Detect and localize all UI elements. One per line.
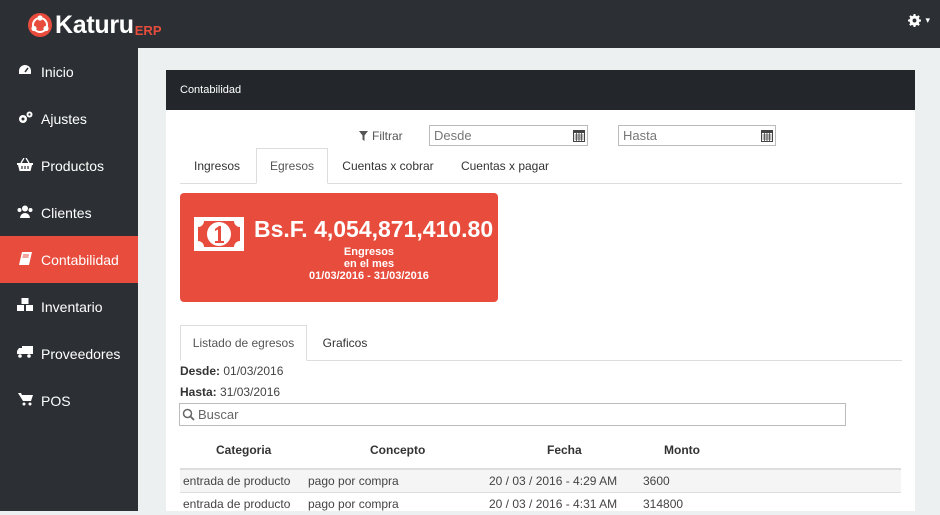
contabilidad-panel: Contabilidad Filtrar Desde Hasta Ingreso… bbox=[166, 70, 915, 511]
tab-cuentas-x-pagar[interactable]: Cuentas x pagar bbox=[450, 148, 560, 184]
sidebar-item-proveedores[interactable]: Proveedores bbox=[0, 330, 138, 377]
sidebar-item-clientes[interactable]: Clientes bbox=[0, 189, 138, 236]
range-desde-label: Desde: bbox=[180, 364, 221, 378]
sidebar-item-label: Proveedores bbox=[41, 345, 121, 362]
cart-icon bbox=[17, 392, 33, 409]
egresos-amount: Bs.F. 4,054,871,410.80 bbox=[254, 216, 494, 242]
range-desde: Desde: 01/03/2016 bbox=[180, 364, 283, 378]
tab-cuentas-x-cobrar[interactable]: Cuentas x cobrar bbox=[330, 148, 446, 184]
main-tabs: Ingresos Egresos Cuentas x cobrar Cuenta… bbox=[180, 147, 902, 184]
sidebar-item-inventario[interactable]: Inventario bbox=[0, 283, 138, 330]
search-input[interactable]: Buscar bbox=[179, 403, 846, 426]
sidebar-item-productos[interactable]: Productos bbox=[0, 142, 138, 189]
brand-suffix: ERP bbox=[134, 23, 162, 38]
sidebar-item-contabilidad[interactable]: Contabilidad bbox=[0, 236, 138, 283]
egresos-subtabs: Listado de egresos Graficos bbox=[180, 324, 902, 361]
sidebar-item-label: Productos bbox=[41, 157, 105, 174]
cell-categoria: entrada de producto bbox=[183, 474, 291, 488]
egresos-caption-line1: Engresos bbox=[343, 246, 395, 258]
sidebar-item-label: POS bbox=[41, 392, 71, 409]
truck-icon bbox=[17, 346, 33, 361]
column-header-categoria[interactable]: Categoria bbox=[216, 443, 271, 457]
book-icon bbox=[17, 251, 33, 268]
sidebar-item-label: Inicio bbox=[41, 63, 74, 80]
desde-placeholder: Desde bbox=[434, 128, 472, 143]
cogs-icon bbox=[17, 111, 33, 127]
cell-concepto: pago por compra bbox=[308, 497, 399, 511]
cell-fecha: 20 / 03 / 2016 - 4:29 AM bbox=[489, 474, 618, 488]
calendar-icon[interactable] bbox=[573, 129, 585, 142]
egresos-summary-card: Bs.F. 4,054,871,410.80 Engresos en el me… bbox=[180, 193, 498, 302]
tab-ingresos[interactable]: Ingresos bbox=[180, 148, 254, 184]
sidebar-item-label: Clientes bbox=[41, 204, 92, 221]
cell-categoria: entrada de producto bbox=[183, 497, 291, 511]
hasta-placeholder: Hasta bbox=[623, 128, 657, 143]
egresos-caption-line2: en el mes bbox=[343, 258, 395, 270]
column-header-monto[interactable]: Monto bbox=[664, 443, 700, 457]
sidebar: Inicio Ajustes Productos Clientes Contab… bbox=[0, 48, 138, 511]
column-header-concepto[interactable]: Concepto bbox=[370, 443, 425, 457]
range-hasta-value: 31/03/2016 bbox=[216, 385, 281, 399]
sidebar-item-label: Ajustes bbox=[41, 110, 87, 127]
cell-fecha: 20 / 03 / 2016 - 4:31 AM bbox=[489, 497, 618, 511]
settings-menu-button[interactable]: ▾ bbox=[908, 14, 930, 27]
egresos-caption: Engresos en el mes 01/03/2016 - 31/03/20… bbox=[270, 246, 468, 282]
tab-graficos[interactable]: Graficos bbox=[309, 325, 381, 361]
sidebar-item-ajustes[interactable]: Ajustes bbox=[0, 95, 138, 142]
cell-monto: 314800 bbox=[643, 497, 684, 511]
calendar-icon[interactable] bbox=[761, 129, 773, 142]
brand-logo[interactable]: Katuru ERP bbox=[28, 12, 162, 38]
range-hasta-label: Hasta: bbox=[180, 385, 217, 399]
sidebar-item-pos[interactable]: POS bbox=[0, 377, 138, 424]
tab-listado-de-egresos[interactable]: Listado de egresos bbox=[180, 325, 307, 361]
users-icon bbox=[17, 205, 33, 221]
basket-icon bbox=[17, 157, 33, 174]
brand-name: Katuru bbox=[55, 11, 134, 39]
sidebar-item-label: Inventario bbox=[41, 298, 103, 315]
dashboard-icon bbox=[17, 64, 33, 79]
money-bill-icon bbox=[194, 217, 244, 251]
table-row[interactable]: entrada de producto pago por compra 20 /… bbox=[180, 468, 901, 492]
date-filter: Filtrar Desde Hasta bbox=[166, 125, 915, 149]
hasta-date-input[interactable]: Hasta bbox=[618, 125, 776, 146]
search-placeholder: Buscar bbox=[198, 407, 239, 422]
filter-label-text: Filtrar bbox=[372, 129, 403, 143]
tab-egresos[interactable]: Egresos bbox=[256, 148, 328, 184]
range-hasta: Hasta: 31/03/2016 bbox=[180, 385, 280, 399]
column-header-fecha[interactable]: Fecha bbox=[547, 443, 582, 457]
egresos-caption-line3: 01/03/2016 - 31/03/2016 bbox=[309, 270, 429, 282]
cubes-icon bbox=[17, 298, 33, 315]
filter-icon bbox=[359, 131, 368, 141]
cell-monto: 3600 bbox=[643, 474, 670, 488]
katuru-logo-icon bbox=[28, 13, 52, 37]
table-row[interactable]: entrada de producto pago por compra 20 /… bbox=[180, 492, 901, 515]
top-navbar: Katuru ERP ▾ bbox=[0, 0, 940, 48]
filter-label: Filtrar bbox=[359, 129, 403, 143]
panel-title: Contabilidad bbox=[166, 70, 915, 110]
desde-date-input[interactable]: Desde bbox=[429, 125, 588, 146]
sidebar-item-label: Contabilidad bbox=[41, 251, 119, 268]
gear-icon bbox=[908, 14, 922, 27]
chevron-down-icon: ▾ bbox=[925, 15, 930, 25]
sidebar-item-inicio[interactable]: Inicio bbox=[0, 48, 138, 95]
cell-concepto: pago por compra bbox=[308, 474, 399, 488]
range-desde-value: 01/03/2016 bbox=[220, 364, 284, 378]
search-icon bbox=[182, 408, 195, 421]
